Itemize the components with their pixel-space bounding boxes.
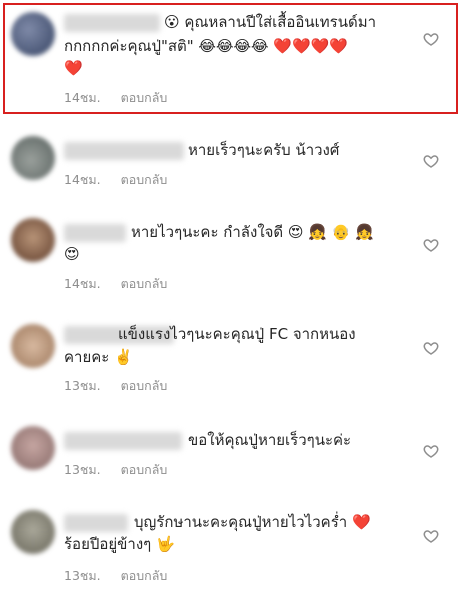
reply-button[interactable]: ตอบกลับ: [121, 462, 168, 477]
username-blurred[interactable]: [64, 224, 126, 242]
comment-text-line-1: หายไวๆนะคะ กำลังใจดี 😍 👧 👴 👧: [131, 223, 374, 241]
reply-button[interactable]: ตอบกลับ: [121, 172, 168, 187]
comment-text-line-1: บุญรักษานะคะคุณปู่หายไวไวคร่ำ ❤️: [134, 513, 371, 531]
comment-time: 14ชม.: [64, 276, 101, 291]
comment-meta: 13ชม. ตอบกลับ: [64, 376, 167, 396]
avatar[interactable]: [11, 426, 55, 470]
comment-time: 14ชม.: [64, 90, 101, 105]
comment-item: หายเร็วๆนะครับ น้าวงศ์ 14ชม. ตอบกลับ: [0, 118, 464, 202]
comment-meta: 14ชม. ตอบกลับ: [64, 170, 167, 190]
avatar[interactable]: [11, 510, 55, 554]
comment-meta: 14ชม. ตอบกลับ: [64, 88, 167, 108]
username-blurred[interactable]: [64, 142, 184, 160]
avatar[interactable]: [11, 136, 55, 180]
comment-text-line-3: ❤️: [64, 59, 83, 77]
comment-item: หายไวๆนะคะ กำลังใจดี 😍 👧 👴 👧 😍 14ชม. ตอบก…: [0, 202, 464, 306]
comment-text-line-2: ร้อยปีอยู่ข้างๆ 🤟: [64, 535, 175, 553]
avatar[interactable]: [11, 324, 55, 368]
username-blurred[interactable]: [64, 514, 128, 532]
username-blurred[interactable]: [64, 14, 160, 32]
avatar[interactable]: [11, 218, 55, 262]
comment-text-line-2: คายคะ ✌️: [64, 348, 133, 366]
reply-button[interactable]: ตอบกลับ: [121, 90, 168, 105]
comment-text-line-1: แข็งแรงไวๆนะคะคุณปู่ FC จากหนอง: [118, 325, 356, 343]
heart-outline-icon[interactable]: [423, 443, 439, 459]
comment-text-line-2: กกกกกค่ะคุณปู่"สติ" 😂😂😂😂 ❤️❤️❤️❤️: [64, 37, 349, 55]
comment-time: 13ชม.: [64, 568, 101, 583]
comment-time: 14ชม.: [64, 172, 101, 187]
heart-outline-icon[interactable]: [423, 528, 439, 544]
comment-item: 😮 คุณหลานปีใส่เสื้ออินเทรนด์มา กกกกกค่ะค…: [0, 0, 464, 118]
comment-time: 13ชม.: [64, 378, 101, 393]
heart-outline-icon[interactable]: [423, 31, 439, 47]
reply-button[interactable]: ตอบกลับ: [121, 568, 168, 583]
reply-button[interactable]: ตอบกลับ: [121, 276, 168, 291]
comment-text-line-1: หายเร็วๆนะครับ น้าวงศ์: [188, 141, 340, 159]
reply-button[interactable]: ตอบกลับ: [121, 378, 168, 393]
comment-text-line-2: 😍: [64, 245, 80, 263]
comment-time: 13ชม.: [64, 462, 101, 477]
comment-meta: 13ชม. ตอบกลับ: [64, 460, 167, 480]
username-blurred[interactable]: [64, 432, 182, 450]
avatar[interactable]: [11, 12, 55, 56]
heart-outline-icon[interactable]: [423, 153, 439, 169]
comment-item: บุญรักษานะคะคุณปู่หายไวไวคร่ำ ❤️ ร้อยปีอ…: [0, 492, 464, 590]
heart-outline-icon[interactable]: [423, 237, 439, 253]
comment-item: ขอให้คุณปู่หายเร็วๆนะค่ะ 13ชม. ตอบกลับ: [0, 410, 464, 492]
comment-text-line-1: 😮 คุณหลานปีใส่เสื้ออินเทรนด์มา: [164, 13, 377, 31]
comment-meta: 14ชม. ตอบกลับ: [64, 274, 167, 294]
heart-outline-icon[interactable]: [423, 340, 439, 356]
comment-item: แข็งแรงไวๆนะคะคุณปู่ FC จากหนอง คายคะ ✌️…: [0, 306, 464, 410]
comment-meta: 13ชม. ตอบกลับ: [64, 566, 167, 586]
comment-text-line-1: ขอให้คุณปู่หายเร็วๆนะค่ะ: [188, 431, 352, 449]
